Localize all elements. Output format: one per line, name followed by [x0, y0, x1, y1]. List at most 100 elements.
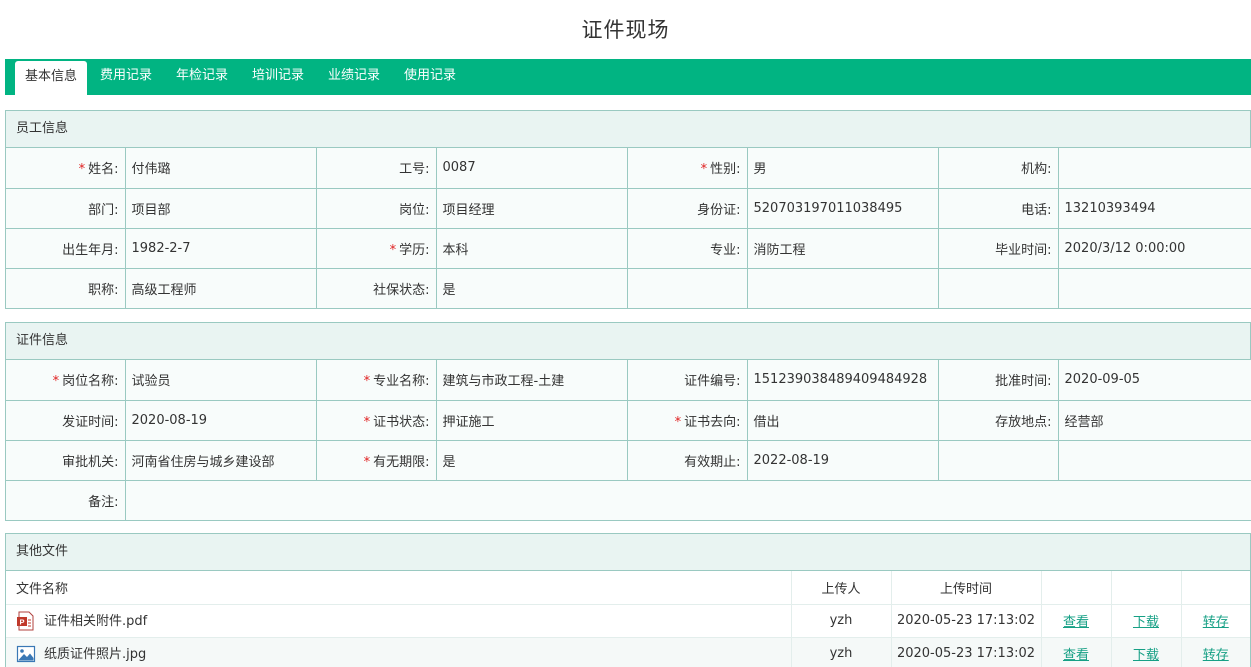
files-header-empty — [1111, 571, 1182, 605]
field-label: 证件编号: — [626, 360, 748, 401]
transfer-link[interactable]: 转存 — [1203, 648, 1229, 663]
download-link[interactable]: 下载 — [1133, 615, 1159, 630]
employee-info-table: * 姓名: 付伟璐 工号: 0087 * 性别: 男 机构: 部门: 项目部 岗位:… — [6, 148, 1251, 308]
field-label: * 性别: — [626, 148, 748, 189]
view-link[interactable]: 查看 — [1063, 615, 1089, 630]
file-name-cell: 纸质证件照片.jpg — [6, 637, 792, 667]
field-label: 有效期止: — [626, 439, 748, 481]
file-uploader: yzh — [791, 637, 892, 667]
field-label: 工号: — [315, 148, 437, 189]
file-name: 纸质证件照片.jpg — [44, 646, 147, 662]
field-value: 是 — [435, 267, 628, 308]
field-value: 2020-09-05 — [1057, 360, 1251, 401]
tab-fee-records[interactable]: 费用记录 — [93, 59, 159, 95]
field-label: 出生年月: — [6, 227, 126, 269]
employee-info-title: 员工信息 — [6, 111, 1250, 148]
pdf-file-icon: P — [17, 611, 34, 631]
field-label: 毕业时间: — [937, 227, 1059, 269]
field-value: 520703197011038495 — [746, 187, 939, 229]
tab-bar: 基本信息 费用记录 年检记录 培训记录 业绩记录 使用记录 — [5, 59, 1251, 95]
field-value: 高级工程师 — [124, 267, 317, 308]
file-upload-time: 2020-05-23 17:13:02 — [891, 604, 1042, 638]
tab-basic-info[interactable]: 基本信息 — [15, 61, 87, 95]
field-label: 部门: — [6, 187, 126, 229]
field-value: 是 — [435, 439, 628, 481]
files-header-name: 文件名称 — [6, 571, 792, 605]
file-name-cell: P 证件相关附件.pdf — [6, 604, 792, 638]
field-value: 押证施工 — [435, 399, 628, 441]
field-label: 电话: — [937, 187, 1059, 229]
field-value: 男 — [746, 148, 939, 189]
file-row: P 证件相关附件.pdf yzh 2020-05-23 17:13:02 查看 … — [6, 604, 1250, 638]
field-value: 151239038489409484928 — [746, 360, 939, 401]
view-link[interactable]: 查看 — [1063, 648, 1089, 663]
field-value: 消防工程 — [746, 227, 939, 269]
tab-usage-records[interactable]: 使用记录 — [397, 59, 463, 95]
required-mark: * — [52, 374, 60, 390]
field-label: 岗位: — [315, 187, 437, 229]
files-table: 文件名称 上传人 上传时间 P 证件相关附件.pdf yzh 2020-05-2… — [6, 571, 1250, 667]
transfer-cell: 转存 — [1181, 637, 1250, 667]
required-mark: * — [363, 414, 371, 430]
remark-label: 备注: — [6, 479, 126, 520]
field-label: * 岗位名称: — [6, 360, 126, 401]
other-files-title: 其他文件 — [6, 534, 1250, 571]
field-value: 经营部 — [1057, 399, 1251, 441]
empty-cell — [937, 267, 1059, 308]
field-value: 2022-08-19 — [746, 439, 939, 481]
files-header-uploader: 上传人 — [791, 571, 892, 605]
empty-cell — [1057, 439, 1251, 481]
download-cell: 下载 — [1111, 604, 1182, 638]
field-label: 社保状态: — [315, 267, 437, 308]
page-title: 证件现场 — [581, 18, 670, 42]
field-value: 付伟璐 — [124, 148, 317, 189]
field-label: 身份证: — [626, 187, 748, 229]
file-row: 纸质证件照片.jpg yzh 2020-05-23 17:13:02 查看 下载… — [6, 637, 1250, 667]
required-mark: * — [674, 414, 682, 430]
field-value: 2020/3/12 0:00:00 — [1057, 227, 1251, 269]
field-value: 建筑与市政工程-土建 — [435, 360, 628, 401]
certificate-info-panel: 证件信息 * 岗位名称: 试验员 * 专业名称: 建筑与市政工程-土建 证件编号: … — [5, 322, 1251, 521]
certificate-info-table: * 岗位名称: 试验员 * 专业名称: 建筑与市政工程-土建 证件编号: 15123… — [6, 360, 1251, 520]
file-name: 证件相关附件.pdf — [44, 613, 148, 629]
download-link[interactable]: 下载 — [1133, 648, 1159, 663]
field-value: 0087 — [435, 148, 628, 189]
field-value — [1057, 148, 1251, 189]
certificate-info-title: 证件信息 — [6, 323, 1250, 360]
empty-cell — [937, 439, 1059, 481]
field-label: * 有无期限: — [315, 439, 437, 481]
tab-performance-records[interactable]: 业绩记录 — [321, 59, 387, 95]
files-header-empty — [1181, 571, 1250, 605]
file-uploader: yzh — [791, 604, 892, 638]
field-value: 项目经理 — [435, 187, 628, 229]
image-file-icon — [16, 646, 36, 663]
field-label: * 证书状态: — [315, 399, 437, 441]
required-mark: * — [389, 242, 397, 258]
file-upload-time: 2020-05-23 17:13:02 — [891, 637, 1042, 667]
field-value: 试验员 — [124, 360, 317, 401]
field-label: * 专业名称: — [315, 360, 437, 401]
tab-training-records[interactable]: 培训记录 — [245, 59, 311, 95]
employee-info-panel: 员工信息 * 姓名: 付伟璐 工号: 0087 * 性别: 男 机构: 部门: 项目… — [5, 110, 1251, 309]
field-label: 职称: — [6, 267, 126, 308]
files-header-empty — [1041, 571, 1112, 605]
field-label: 发证时间: — [6, 399, 126, 441]
required-mark: * — [78, 162, 86, 178]
field-label: * 证书去向: — [626, 399, 748, 441]
required-mark: * — [363, 374, 371, 390]
field-label: * 姓名: — [6, 148, 126, 189]
field-label: 存放地点: — [937, 399, 1059, 441]
empty-cell — [746, 267, 939, 308]
required-mark: * — [363, 454, 371, 470]
view-cell: 查看 — [1041, 604, 1112, 638]
transfer-link[interactable]: 转存 — [1203, 615, 1229, 630]
field-label: 审批机关: — [6, 439, 126, 481]
field-value: 项目部 — [124, 187, 317, 229]
field-value: 借出 — [746, 399, 939, 441]
other-files-panel: 其他文件 文件名称 上传人 上传时间 P 证件相关附件.pdf yzh 2020… — [5, 533, 1251, 667]
required-mark: * — [700, 162, 708, 178]
tab-inspection-records[interactable]: 年检记录 — [169, 59, 235, 95]
remark-value — [124, 479, 1251, 520]
download-cell: 下载 — [1111, 637, 1182, 667]
field-value: 河南省住房与城乡建设部 — [124, 439, 317, 481]
